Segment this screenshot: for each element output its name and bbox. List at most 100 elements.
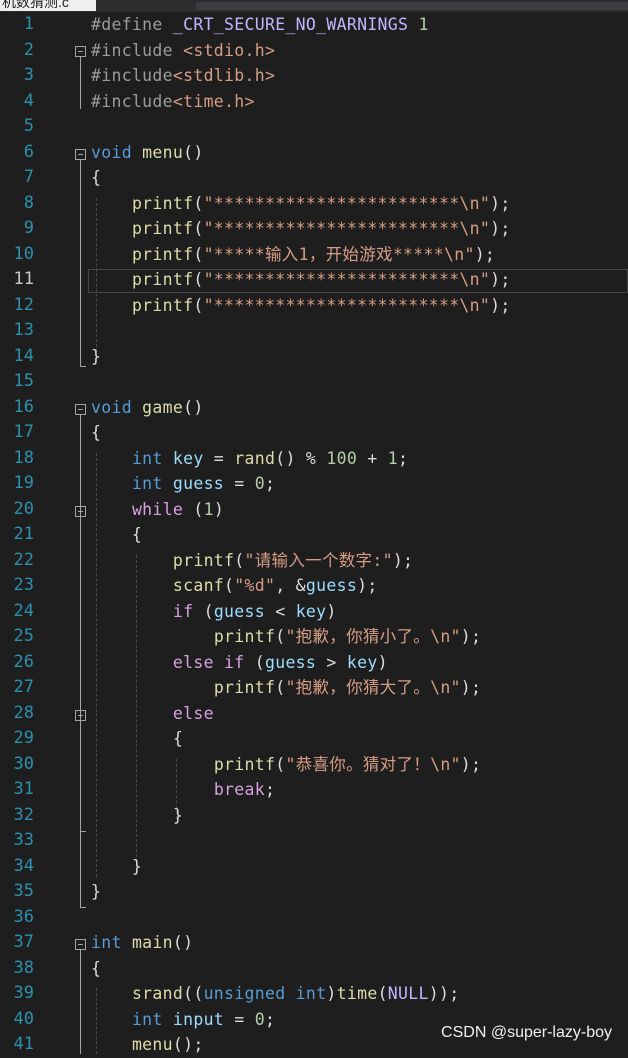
- code-text[interactable]: break;: [91, 777, 275, 803]
- code-token: }: [91, 882, 102, 901]
- code-line[interactable]: 7{: [0, 165, 628, 191]
- code-line[interactable]: 2 #include <stdio.h>: [0, 38, 628, 64]
- code-line[interactable]: 3 #include<stdlib.h>: [0, 63, 628, 89]
- code-line[interactable]: 39 srand((unsigned int)time(NULL));: [0, 981, 628, 1007]
- code-text[interactable]: {: [91, 726, 183, 752]
- code-line[interactable]: 29 {: [0, 726, 628, 752]
- code-line[interactable]: 19 int guess = 0;: [0, 471, 628, 497]
- code-line[interactable]: 28 else: [0, 701, 628, 727]
- code-text[interactable]: while (1): [91, 497, 224, 523]
- code-line[interactable]: 1 #define _CRT_SECURE_NO_WARNINGS 1: [0, 12, 628, 38]
- code-token: printf: [213, 678, 276, 697]
- code-line[interactable]: 23 scanf("%d", &guess);: [0, 573, 628, 599]
- code-token: <time.h>: [172, 91, 255, 111]
- code-token: {: [91, 525, 143, 544]
- code-line[interactable]: 33: [0, 828, 628, 854]
- code-text[interactable]: printf("************************\n");: [91, 216, 511, 242]
- code-line[interactable]: 26 else if (guess > key): [0, 650, 628, 676]
- code-text[interactable]: srand((unsigned int)time(NULL));: [91, 981, 459, 1007]
- code-token: );: [460, 627, 482, 646]
- code-line[interactable]: 4 #include<time.h>: [0, 89, 628, 115]
- code-token: ;: [398, 448, 409, 468]
- code-token: printf: [213, 627, 276, 646]
- line-number: 13: [13, 320, 34, 340]
- horizontal-scrollbar[interactable]: [96, 0, 628, 12]
- code-text[interactable]: #include<time.h>: [91, 89, 255, 115]
- code-line[interactable]: 15: [0, 369, 628, 395]
- code-text[interactable]: #include<stdlib.h>: [91, 63, 275, 89]
- code-text[interactable]: int guess = 0;: [91, 471, 275, 497]
- code-line[interactable]: 9 printf("************************\n");: [0, 216, 628, 242]
- code-token: int: [131, 474, 163, 493]
- code-text[interactable]: scanf("%d", &guess);: [91, 573, 378, 599]
- line-number: 20: [13, 498, 34, 519]
- code-text[interactable]: printf("************************\n");: [91, 191, 511, 217]
- code-line[interactable]: 10 printf("*****输入1，开始游戏*****\n");: [0, 242, 628, 268]
- code-line[interactable]: 16 void game(): [0, 395, 628, 421]
- code-line[interactable]: 38 {: [0, 956, 628, 982]
- code-text[interactable]: {: [91, 165, 101, 191]
- code-line[interactable]: 12 printf("************************\n");: [0, 293, 628, 319]
- code-line[interactable]: 37 int main(): [0, 930, 628, 956]
- code-line[interactable]: 34 }: [0, 854, 628, 880]
- code-text[interactable]: }: [91, 854, 142, 880]
- code-line[interactable]: 21 {: [0, 522, 628, 548]
- code-token: (: [193, 295, 204, 315]
- code-text[interactable]: printf("抱歉，你猜大了。\n");: [91, 675, 481, 701]
- code-text[interactable]: printf("抱歉，你猜小了。\n");: [91, 624, 481, 650]
- code-text[interactable]: printf("************************\n");: [91, 293, 511, 319]
- code-text[interactable]: else if (guess > key): [91, 650, 388, 676]
- code-text[interactable]: if (guess < key): [91, 599, 337, 625]
- code-line[interactable]: 35}: [0, 879, 628, 905]
- code-text[interactable]: {: [91, 420, 101, 446]
- code-line[interactable]: 36: [0, 905, 628, 931]
- code-line[interactable]: 31 break;: [0, 777, 628, 803]
- scrollbar-thumb[interactable]: [196, 2, 628, 10]
- code-text[interactable]: #include <stdio.h>: [91, 38, 275, 64]
- code-text[interactable]: printf("恭喜你。猜对了！\n");: [91, 752, 481, 778]
- code-token: NULL: [387, 984, 429, 1003]
- file-tab[interactable]: 机数猜测.c: [0, 0, 96, 11]
- code-token: (: [183, 499, 204, 519]
- code-token: ();: [172, 1035, 204, 1054]
- code-token: printf: [131, 219, 194, 238]
- code-editor[interactable]: 1 #define _CRT_SECURE_NO_WARNINGS 1 2 #incl…: [0, 12, 628, 1054]
- code-line[interactable]: 8 printf("************************\n");: [0, 191, 628, 217]
- code-text[interactable]: else: [91, 701, 214, 727]
- code-text[interactable]: {: [91, 956, 101, 982]
- code-token: while: [131, 499, 184, 519]
- code-text[interactable]: int input = 0;: [91, 1007, 275, 1033]
- code-text[interactable]: printf("************************\n");: [91, 267, 511, 293]
- code-line[interactable]: 20 while (1): [0, 497, 628, 523]
- code-line[interactable]: 30 printf("恭喜你。猜对了！\n");: [0, 752, 628, 778]
- code-token: , &: [275, 576, 306, 595]
- code-text[interactable]: printf("*****输入1，开始游戏*****\n");: [91, 242, 495, 268]
- code-text[interactable]: {: [91, 522, 142, 548]
- code-line[interactable]: 24 if (guess < key): [0, 599, 628, 625]
- code-line[interactable]: 27 printf("抱歉，你猜大了。\n");: [0, 675, 628, 701]
- code-line[interactable]: 13: [0, 318, 628, 344]
- code-line[interactable]: 32 }: [0, 803, 628, 829]
- code-text[interactable]: printf("请输入一个数字:");: [91, 548, 413, 574]
- code-text[interactable]: void game(): [91, 395, 204, 421]
- code-line[interactable]: 17 {: [0, 420, 628, 446]
- code-text[interactable]: }: [91, 803, 183, 829]
- code-line[interactable]: 14}: [0, 344, 628, 370]
- code-line[interactable]: 18 int key = rand() % 100 + 1;: [0, 446, 628, 472]
- code-token: ((: [183, 984, 204, 1003]
- code-token: (: [193, 270, 204, 289]
- code-line[interactable]: 5: [0, 114, 628, 140]
- code-line[interactable]: 6 void menu(): [0, 140, 628, 166]
- code-line[interactable]: 11 printf("************************\n");: [0, 267, 628, 293]
- code-text[interactable]: }: [91, 344, 101, 370]
- code-text[interactable]: int main(): [91, 930, 193, 956]
- code-text[interactable]: void menu(): [91, 140, 204, 166]
- code-text[interactable]: #define _CRT_SECURE_NO_WARNINGS 1: [91, 12, 429, 38]
- code-token: ): [377, 652, 388, 672]
- code-line[interactable]: 22 printf("请输入一个数字:");: [0, 548, 628, 574]
- code-text[interactable]: int key = rand() % 100 + 1;: [91, 446, 408, 472]
- code-text[interactable]: }: [91, 879, 101, 905]
- code-line[interactable]: 25 printf("抱歉，你猜小了。\n");: [0, 624, 628, 650]
